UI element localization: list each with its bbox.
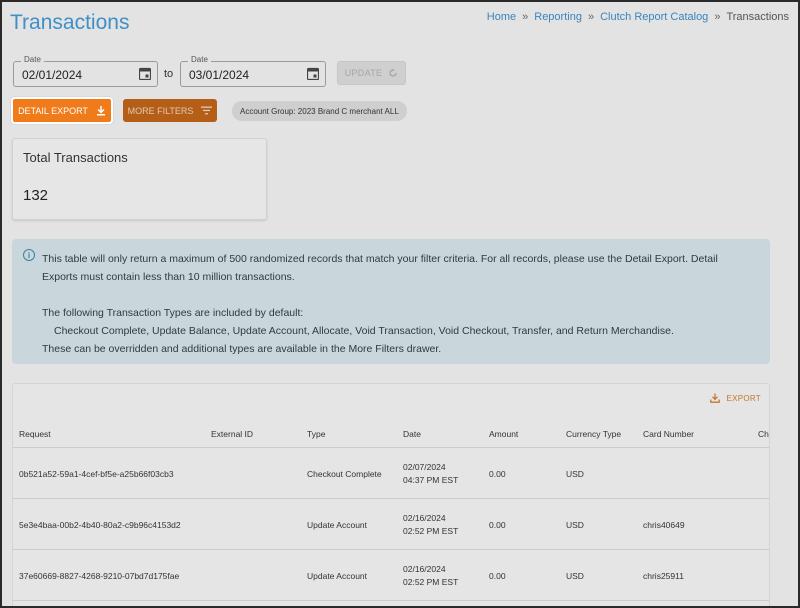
cell-request: 5e3e4baa-00b2-4b40-80a2-c9b96c4153d2 [19, 520, 181, 530]
column-header-currency-type[interactable]: Currency Type [566, 429, 621, 439]
info-text: This table will only return a maximum of… [42, 250, 754, 358]
cell-currency: USD [566, 469, 584, 479]
cell-amount: 0.00 [489, 520, 506, 530]
breadcrumb-report-catalog[interactable]: Clutch Report Catalog [600, 11, 708, 23]
end-date-label: Date [188, 55, 211, 64]
detail-export-button[interactable]: DETAIL EXPORT [11, 97, 113, 124]
cell-card-number: chris40649 [643, 520, 685, 530]
date-range-to-label: to [164, 68, 174, 80]
table-row[interactable]: 0b521a52-59a1-4cef-bf5e-a25b66f03cb3 Che… [13, 448, 769, 499]
cell-amount: 0.00 [489, 571, 506, 581]
update-button-label: UPDATE [344, 68, 383, 78]
end-date-field[interactable]: Date 03/01/2024 [180, 55, 326, 87]
info-line: Checkout Complete, Update Balance, Updat… [54, 325, 674, 337]
breadcrumb: Home » Reporting » Clutch Report Catalog… [487, 11, 789, 23]
page-title: Transactions [10, 11, 130, 34]
cell-request: 37e60669-8827-4268-9210-07bd7d175fae [19, 571, 180, 581]
cell-currency: USD [566, 571, 584, 581]
export-label: EXPORT [726, 393, 761, 403]
more-filters-button[interactable]: MORE FILTERS [123, 99, 217, 122]
cell-time: 04:37 PM EST [403, 475, 459, 485]
column-header-request[interactable]: Request [19, 429, 51, 439]
info-icon: i [23, 249, 35, 261]
start-date-label: Date [21, 55, 44, 64]
column-header-amount[interactable]: Amount [489, 429, 518, 439]
table-header: Request External ID Type Date Amount Cur… [13, 420, 769, 448]
cell-type: Checkout Complete [307, 469, 382, 479]
download-icon [96, 106, 105, 116]
total-transactions-label: Total Transactions [23, 150, 128, 165]
download-icon [710, 393, 721, 403]
cell-time: 02:52 PM EST [403, 577, 459, 587]
table-row[interactable]: 5e3e4baa-00b2-4b40-80a2-c9b96c4153d2 Upd… [13, 499, 769, 550]
breadcrumb-separator-icon: » [587, 11, 595, 23]
end-date-value: 03/01/2024 [189, 68, 250, 82]
start-date-value: 02/01/2024 [22, 68, 83, 82]
cell-type: Update Account [307, 571, 368, 581]
info-line: These can be overridden and additional t… [42, 343, 442, 355]
cell-date: 02/16/2024 [403, 564, 446, 574]
column-header-external-id[interactable]: External ID [211, 429, 253, 439]
table-row[interactable]: 37e60669-8827-4268-9210-07bd7d175fae Upd… [13, 550, 769, 601]
breadcrumb-current: Transactions [726, 11, 789, 23]
cell-date: 02/07/2024 [403, 462, 446, 472]
cell-card-number: chris25911 [643, 571, 684, 581]
total-transactions-card: Total Transactions 132 [12, 138, 267, 220]
account-group-chip[interactable]: Account Group: 2023 Brand C merchant ALL [232, 101, 407, 121]
column-header-truncated[interactable]: Chi [758, 429, 769, 439]
filter-icon [201, 106, 213, 115]
more-filters-label: MORE FILTERS [127, 105, 194, 116]
cell-time: 02:52 PM EST [403, 526, 459, 536]
detail-export-label: DETAIL EXPORT [18, 105, 88, 116]
cell-currency: USD [566, 520, 584, 530]
calendar-icon[interactable] [139, 67, 151, 80]
column-header-type[interactable]: Type [307, 429, 325, 439]
cell-date: 02/16/2024 [403, 513, 446, 523]
column-header-card-number[interactable]: Card Number [643, 429, 694, 439]
cell-type: Update Account [307, 520, 368, 530]
start-date-field[interactable]: Date 02/01/2024 [13, 55, 158, 87]
update-button[interactable]: UPDATE [337, 61, 406, 85]
breadcrumb-separator-icon: » [522, 11, 529, 23]
column-header-date[interactable]: Date [403, 429, 421, 439]
info-line: This table will only return a maximum of… [42, 253, 718, 283]
total-transactions-value: 132 [23, 187, 49, 204]
export-button[interactable]: EXPORT [710, 393, 761, 403]
breadcrumb-reporting[interactable]: Reporting [534, 11, 582, 23]
refresh-icon [389, 68, 397, 77]
app-frame: Transactions Home » Reporting » Clutch R… [0, 0, 800, 608]
breadcrumb-home[interactable]: Home [487, 11, 516, 23]
calendar-icon[interactable] [307, 67, 319, 80]
cell-amount: 0.00 [489, 469, 506, 479]
info-alert: i This table will only return a maximum … [12, 239, 770, 364]
breadcrumb-separator-icon: » [714, 11, 721, 23]
transactions-table: EXPORT Request External ID Type Date Amo… [12, 383, 770, 606]
cell-request: 0b521a52-59a1-4cef-bf5e-a25b66f03cb3 [19, 469, 174, 479]
info-line: The following Transaction Types are incl… [42, 307, 304, 319]
